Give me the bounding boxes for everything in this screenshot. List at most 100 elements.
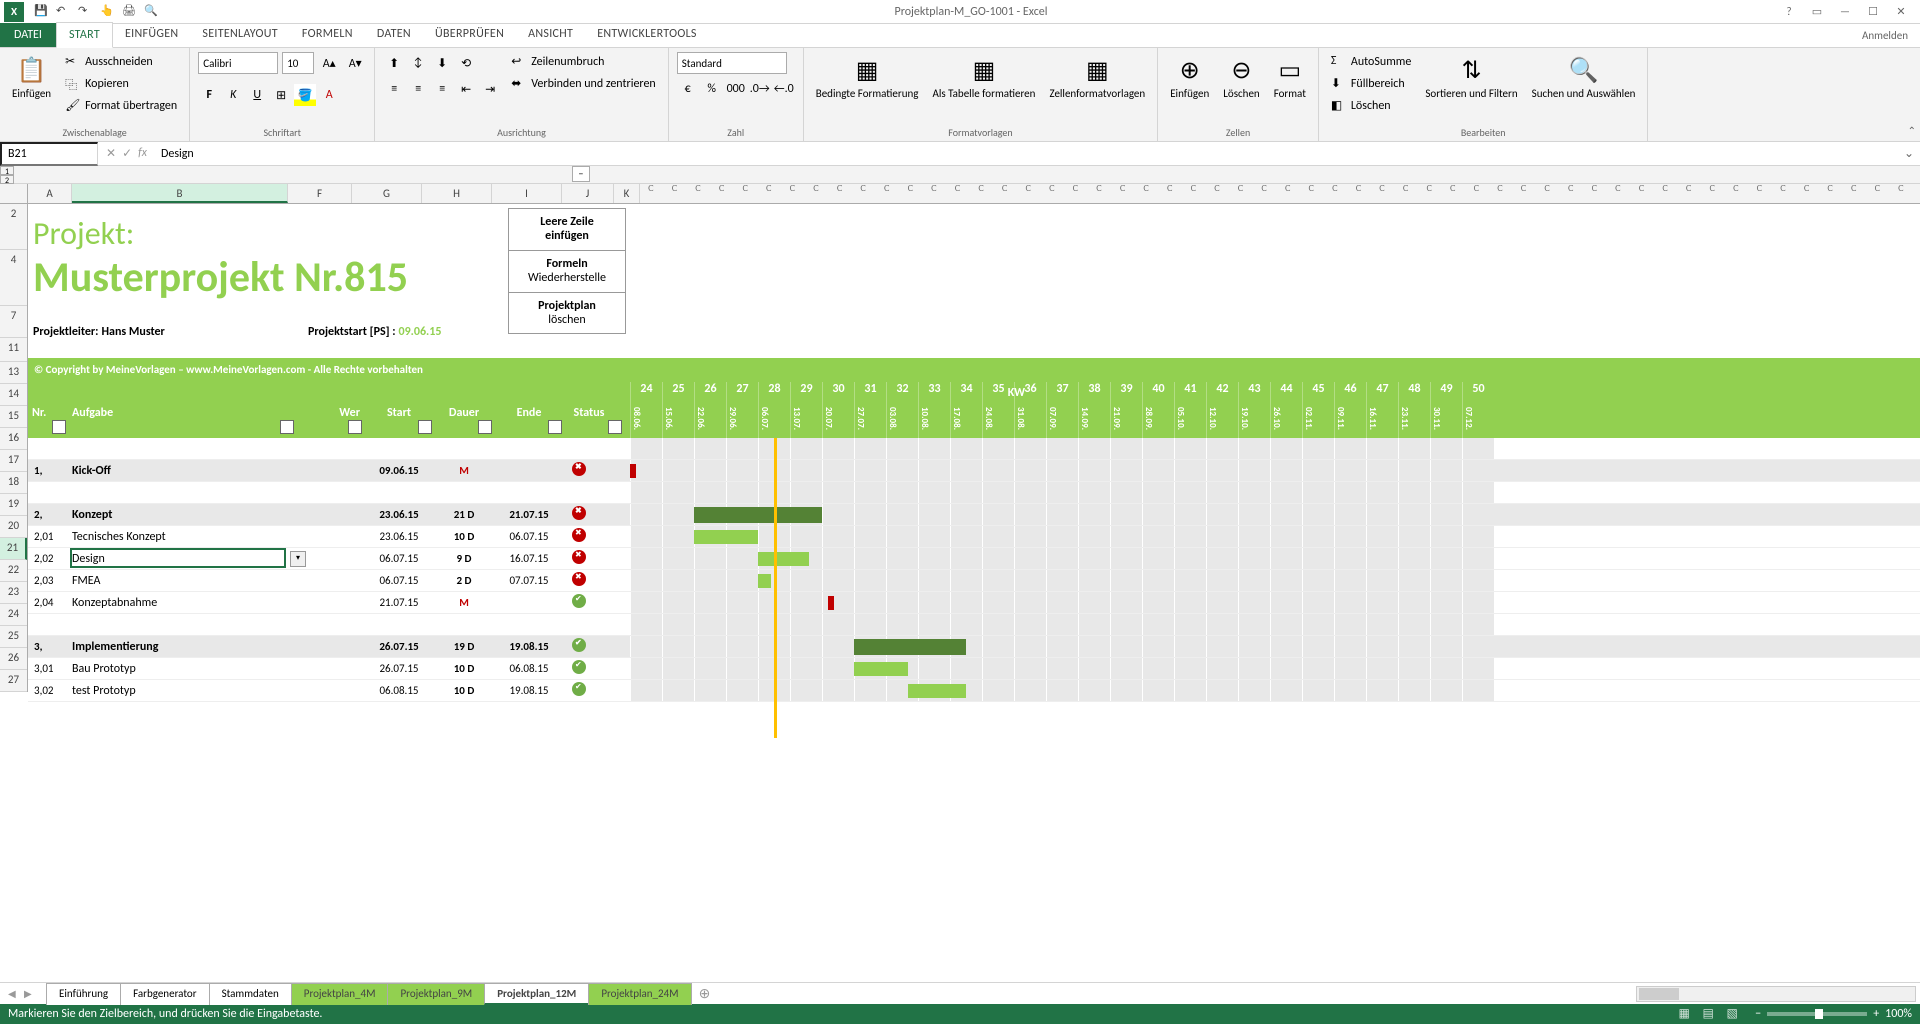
task-row[interactable]: 3,01Bau Prototyp26.07.1510 D06.08.15 [28,658,1920,680]
font-size-select[interactable] [282,52,314,74]
row-header-14[interactable]: 14 [0,384,27,406]
align-left-icon[interactable]: ≡ [383,78,405,100]
indent-increase-icon[interactable]: ⇥ [479,78,501,100]
add-sheet-button[interactable]: ⊕ [691,985,711,1002]
save-icon[interactable]: 💾 [34,4,50,20]
cancel-formula-icon[interactable]: ✕ [106,146,116,161]
outline-level-2[interactable]: 2 [0,175,14,184]
underline-button[interactable]: U [246,84,268,106]
macro-button-0[interactable]: Leere Zeileeinfügen [508,208,626,251]
expand-formula-bar-icon[interactable]: ⌄ [1898,146,1920,161]
font-name-select[interactable] [198,52,278,74]
horizontal-scrollbar[interactable] [1636,986,1916,1002]
maximize-icon[interactable]: ☐ [1860,3,1886,21]
row-header-23[interactable]: 23 [0,582,27,604]
col-header-A[interactable]: A [28,184,72,203]
filter-wer-icon[interactable]: ▾ [348,420,362,434]
row-header-22[interactable]: 22 [0,560,27,582]
clear-button[interactable]: ◧Löschen [1327,96,1415,116]
align-bottom-icon[interactable]: ⬇ [431,52,453,74]
ribbon-options-icon[interactable]: ▭ [1804,3,1830,21]
cell-dropdown-icon[interactable]: ▾ [290,551,306,567]
ribbon-tab-daten[interactable]: DATEN [365,22,423,47]
number-format-select[interactable] [677,52,787,74]
format-as-table-button[interactable]: ▦Als Tabelle formatieren [928,52,1039,102]
undo-icon[interactable]: ↶ [56,4,72,20]
macro-button-1[interactable]: FormelnWiederherstelle [508,251,626,293]
formula-input[interactable] [155,144,1898,164]
filter-nr-icon[interactable]: ▾ [52,420,66,434]
increase-font-icon[interactable]: A▴ [318,52,340,74]
fx-icon[interactable]: fx [138,146,147,161]
wrap-text-button[interactable]: ↩Zeilenumbruch [507,52,660,72]
row-header-4[interactable]: 4 [0,250,27,306]
insert-cells-button[interactable]: ⊕Einfügen [1166,52,1213,102]
decimal-decrease-icon[interactable]: ←.0 [773,78,795,100]
normal-view-icon[interactable]: ▦ [1673,1006,1695,1022]
sort-filter-button[interactable]: ⇅Sortieren und Filtern [1421,52,1521,102]
row-header-19[interactable]: 19 [0,494,27,516]
row-header-25[interactable]: 25 [0,626,27,648]
preview-icon[interactable]: 🔍 [144,4,160,20]
row-header-17[interactable]: 17 [0,450,27,472]
row-header-24[interactable]: 24 [0,604,27,626]
task-row[interactable] [28,614,1920,636]
row-header-20[interactable]: 20 [0,516,27,538]
sheet-tab-Farbgenerator[interactable]: Farbgenerator [120,983,209,1005]
minimize-icon[interactable]: — [1832,3,1858,21]
filter-start-icon[interactable]: ▾ [418,420,432,434]
row-header-11[interactable]: 11 [0,338,27,362]
task-row[interactable]: 2,Konzept23.06.1521 D21.07.15 [28,504,1920,526]
task-row[interactable]: 1,Kick-Off09.06.15M [28,460,1920,482]
copy-button[interactable]: ⿻Kopieren [61,74,181,94]
bold-button[interactable]: F [198,84,220,106]
zoom-level[interactable]: 100% [1885,1007,1912,1021]
col-header-F[interactable]: F [288,184,352,203]
delete-cells-button[interactable]: ⊖Löschen [1219,52,1263,102]
currency-icon[interactable]: € [677,78,699,100]
autosum-button[interactable]: ΣAutoSumme [1327,52,1415,72]
cut-button[interactable]: ✂Ausschneiden [61,52,181,72]
col-header-J[interactable]: J [562,184,614,203]
fill-color-button[interactable]: 🪣 [294,84,316,106]
paste-button[interactable]: 📋Einfügen [8,52,55,102]
filter-ende-icon[interactable]: ▾ [548,420,562,434]
outline-level-1[interactable]: 1 [0,166,14,175]
filter-aufgabe-icon[interactable]: ▾ [280,420,294,434]
format-painter-button[interactable]: 🖌Format übertragen [61,96,181,116]
col-header-G[interactable]: G [352,184,422,203]
print-icon[interactable]: 🖨 [122,4,138,20]
col-header-B[interactable]: B [72,184,288,203]
task-row[interactable]: 2,02Design06.07.159 D16.07.15▾ [28,548,1920,570]
task-row[interactable] [28,482,1920,504]
conditional-format-button[interactable]: ▦Bedingte Formatierung [812,52,923,102]
sheet-tab-Stammdaten[interactable]: Stammdaten [209,983,292,1005]
find-select-button[interactable]: 🔍Suchen und Auswählen [1528,52,1640,102]
task-row[interactable]: 2,03FMEA06.07.152 D07.07.15 [28,570,1920,592]
align-right-icon[interactable]: ≡ [431,78,453,100]
ribbon-tab-entwicklertools[interactable]: ENTWICKLERTOOLS [585,22,709,47]
format-cells-button[interactable]: ▭Format [1270,52,1310,102]
sheet-tab-Projektplan_4M[interactable]: Projektplan_4M [291,983,389,1005]
row-header-13[interactable]: 13 [0,362,27,384]
row-header-7[interactable]: 7 [0,306,27,338]
close-icon[interactable]: ✕ [1888,3,1914,21]
cell-styles-button[interactable]: ▦Zellenformatvorlagen [1045,52,1149,102]
col-header-H[interactable]: H [422,184,492,203]
task-row[interactable]: 3,Implementierung26.07.1519 D19.08.15 [28,636,1920,658]
col-header-K[interactable]: K [614,184,640,203]
page-break-view-icon[interactable]: ▧ [1721,1006,1743,1022]
page-layout-view-icon[interactable]: ▤ [1697,1006,1719,1022]
sheet-tab-Einführung[interactable]: Einführung [46,983,121,1005]
align-center-icon[interactable]: ≡ [407,78,429,100]
ribbon-tab-formeln[interactable]: FORMELN [290,22,365,47]
ribbon-tab-überprüfen[interactable]: ÜBERPRÜFEN [423,22,516,47]
sheet-viewport[interactable]: Projekt: Musterprojekt Nr.815 Projektlei… [28,204,1920,982]
filter-status-icon[interactable]: ▾ [608,420,622,434]
tab-nav-next-icon[interactable]: ▶ [24,987,38,1000]
task-row[interactable]: 2,01Tecnisches Konzept23.06.1510 D06.07.… [28,526,1920,548]
align-top-icon[interactable]: ⬆ [383,52,405,74]
touch-mode-icon[interactable]: 👆 [100,4,116,20]
name-box[interactable] [0,142,98,166]
row-header-27[interactable]: 27 [0,670,27,692]
